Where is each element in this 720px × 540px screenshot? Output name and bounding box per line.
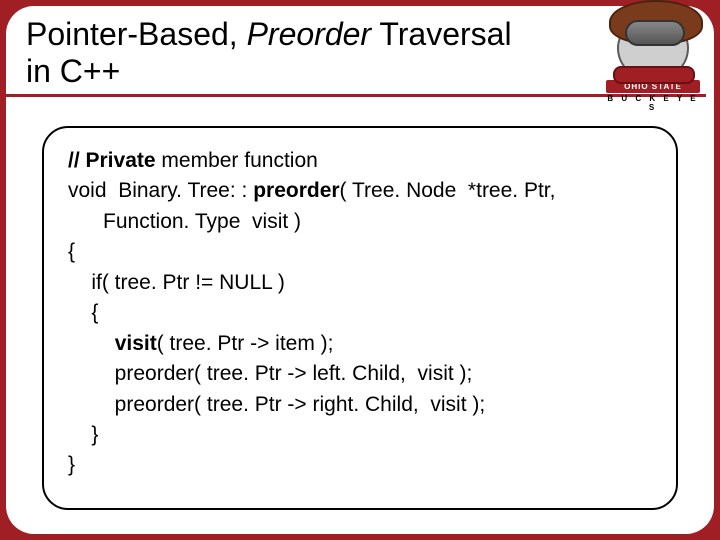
code-call-visit: visit bbox=[115, 332, 157, 355]
code-line-10: } bbox=[68, 423, 98, 446]
code-line-4: { bbox=[68, 240, 75, 263]
code-comment-private: // Private bbox=[68, 149, 156, 172]
code-line-7a bbox=[68, 332, 115, 355]
code-line-9: preorder( tree. Ptr -> right. Child, vis… bbox=[68, 393, 485, 416]
code-listing: // Private member function void Binary. … bbox=[68, 146, 652, 481]
title-underline bbox=[6, 94, 706, 97]
title-part-preorder: Preorder bbox=[247, 16, 372, 52]
brutus-eyes-icon bbox=[633, 25, 677, 37]
code-line-7c: ( tree. Ptr -> item ); bbox=[157, 332, 334, 355]
logo-sub-text: B U C K E Y E S bbox=[606, 94, 700, 112]
brutus-icon bbox=[617, 16, 689, 78]
code-line-11: } bbox=[68, 453, 75, 476]
title-line-2: in C++ bbox=[26, 53, 120, 89]
slide-card: Pointer-Based, Preorder Traversal in C++… bbox=[6, 6, 714, 534]
code-line-2a: void Binary. Tree: : bbox=[68, 179, 253, 202]
code-line-6: { bbox=[68, 301, 98, 324]
title-part-3: Traversal bbox=[371, 16, 511, 52]
code-comment-rest: member function bbox=[156, 149, 318, 172]
slide-header: Pointer-Based, Preorder Traversal in C++… bbox=[6, 6, 714, 105]
title-part-1: Pointer-Based, bbox=[26, 16, 247, 52]
code-line-8: preorder( tree. Ptr -> left. Child, visi… bbox=[68, 362, 472, 385]
code-line-5: if( tree. Ptr != NULL ) bbox=[68, 271, 285, 294]
code-line-2c: ( Tree. Node *tree. Ptr, bbox=[340, 179, 556, 202]
ohio-state-logo: OHIO STATE B U C K E Y E S bbox=[606, 16, 700, 112]
code-box: // Private member function void Binary. … bbox=[42, 126, 678, 510]
code-fn-preorder: preorder bbox=[253, 179, 339, 202]
code-line-3: Function. Type visit ) bbox=[68, 210, 301, 233]
brutus-scarf-icon bbox=[613, 66, 695, 84]
slide-title: Pointer-Based, Preorder Traversal in C++ bbox=[26, 16, 586, 90]
